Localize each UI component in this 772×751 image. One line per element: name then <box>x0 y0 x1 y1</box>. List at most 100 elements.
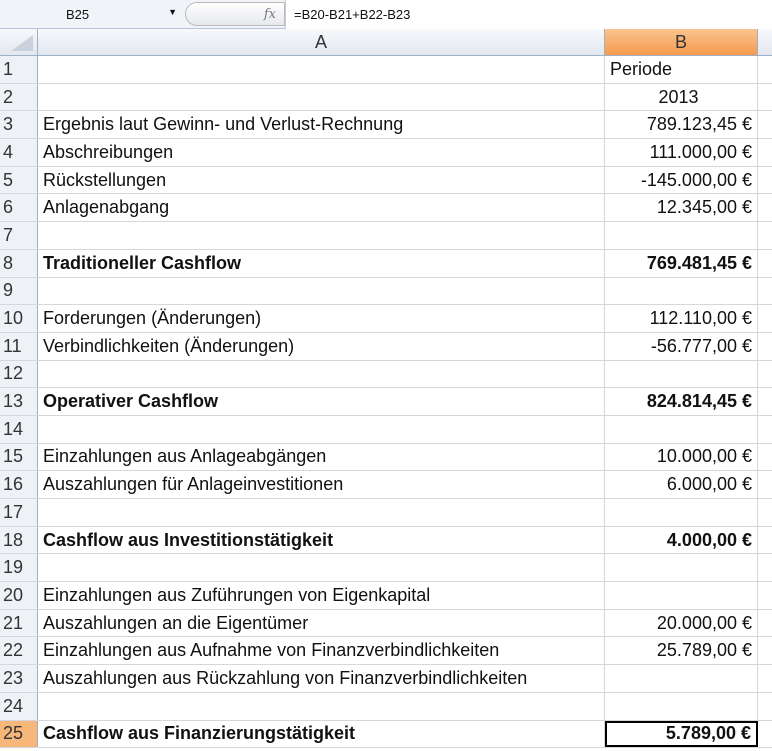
cell-b[interactable]: 10.000,00 € <box>605 443 758 471</box>
cell-b[interactable] <box>605 277 758 305</box>
row-header[interactable]: 21 <box>0 609 38 637</box>
cell-b[interactable]: 6.000,00 € <box>605 471 758 498</box>
row-header[interactable]: 17 <box>0 499 38 526</box>
cell-b[interactable] <box>605 554 758 582</box>
row-header[interactable]: 11 <box>0 332 38 360</box>
table-row: 24 <box>0 692 772 721</box>
cell-a[interactable] <box>38 277 605 305</box>
column-header-a[interactable]: A <box>38 29 605 55</box>
table-row: 1 Periode <box>0 56 772 84</box>
cell-a[interactable] <box>38 415 605 443</box>
row-header[interactable]: 13 <box>0 388 38 415</box>
table-row: 14 <box>0 415 772 444</box>
cell-b[interactable]: 769.481,45 € <box>605 249 758 277</box>
row-header[interactable]: 19 <box>0 554 38 582</box>
column-header-b[interactable]: B <box>605 29 758 55</box>
cell-b[interactable]: 20.000,00 € <box>605 609 758 637</box>
cell-a[interactable]: Forderungen (Änderungen) <box>38 305 605 332</box>
cell-a[interactable] <box>38 222 605 249</box>
row-header[interactable]: 7 <box>0 222 38 249</box>
cell-a[interactable] <box>38 499 605 526</box>
row-header[interactable]: 22 <box>0 637 38 665</box>
row-header[interactable]: 16 <box>0 471 38 498</box>
cell-b[interactable]: Periode <box>605 56 758 83</box>
cell-b[interactable]: 112.110,00 € <box>605 305 758 332</box>
cell-a[interactable]: Auszahlungen aus Rückzahlung von Finanzv… <box>38 665 605 692</box>
row-header[interactable]: 6 <box>0 194 38 222</box>
cell-a[interactable] <box>38 56 605 83</box>
row-header[interactable]: 9 <box>0 277 38 305</box>
table-row: 7 <box>0 222 772 250</box>
row-header[interactable]: 1 <box>0 56 38 83</box>
cell-a[interactable]: Einzahlungen aus Anlageabgängen <box>38 443 605 471</box>
cell-b[interactable]: 789.123,45 € <box>605 111 758 139</box>
table-row: 11 Verbindlichkeiten (Änderungen) -56.777,… <box>0 332 772 361</box>
row-header[interactable]: 15 <box>0 443 38 471</box>
cell-a[interactable] <box>38 83 605 111</box>
cell-b[interactable]: -56.777,00 € <box>605 332 758 360</box>
cell-b[interactable] <box>605 582 758 609</box>
formula-input[interactable]: =B20-B21+B22-B23 <box>285 0 772 29</box>
cell-a[interactable] <box>38 360 605 388</box>
cell-b[interactable] <box>605 499 758 526</box>
table-row: 20 Einzahlungen aus Zuführungen von Eigen… <box>0 582 772 610</box>
cell-a[interactable]: Auszahlungen für Anlageinvestitionen <box>38 471 605 498</box>
cell-b[interactable]: 111.000,00 € <box>605 139 758 166</box>
row-header[interactable]: 8 <box>0 249 38 277</box>
row-header[interactable]: 14 <box>0 415 38 443</box>
cell-b[interactable]: -145.000,00 € <box>605 166 758 194</box>
cell-a[interactable]: Verbindlichkeiten (Änderungen) <box>38 332 605 360</box>
cell-a[interactable]: Auszahlungen an die Eigentümer <box>38 609 605 637</box>
cell-b[interactable]: 4.000,00 € <box>605 526 758 554</box>
row-header[interactable]: 5 <box>0 166 38 194</box>
cell-b[interactable] <box>605 222 758 249</box>
row-header[interactable]: 10 <box>0 305 38 332</box>
cell-a[interactable]: Cashflow aus Investitionstätigkeit <box>38 526 605 554</box>
insert-function-button[interactable]: fx <box>185 2 285 26</box>
cell-b[interactable]: 824.814,45 € <box>605 388 758 415</box>
name-box[interactable]: B25 ▼ <box>0 3 185 25</box>
cell-b[interactable] <box>605 665 758 692</box>
cell-a[interactable]: Einzahlungen aus Aufnahme von Finanzverb… <box>38 637 605 665</box>
table-row: 17 <box>0 499 772 527</box>
cell-a[interactable]: Cashflow aus Finanzierungstätigkeit <box>38 720 605 748</box>
chevron-down-icon[interactable]: ▼ <box>168 7 177 17</box>
cell-a[interactable]: Rückstellungen <box>38 166 605 194</box>
cell-b[interactable]: 25.789,00 € <box>605 637 758 665</box>
table-row: 6 Anlagenabgang 12.345,00 € <box>0 194 772 223</box>
cell-a[interactable]: Einzahlungen aus Zuführungen von Eigenka… <box>38 582 605 609</box>
cell-a[interactable]: Operativer Cashflow <box>38 388 605 415</box>
cell-a[interactable]: Abschreibungen <box>38 139 605 166</box>
cell-b[interactable]: 2013 <box>605 83 758 111</box>
row-header[interactable]: 20 <box>0 582 38 609</box>
table-row: 3 Ergebnis laut Gewinn- und Verlust-Rechn… <box>0 111 772 140</box>
cell-b[interactable]: 12.345,00 € <box>605 194 758 222</box>
active-cell-b[interactable]: 5.789,00 € <box>605 720 758 748</box>
cell-a[interactable]: Ergebnis laut Gewinn- und Verlust-Rechnu… <box>38 111 605 139</box>
select-all-button[interactable] <box>0 29 38 55</box>
table-row: 13 Operativer Cashflow 824.814,45 € <box>0 388 772 416</box>
cell-a[interactable]: Traditioneller Cashflow <box>38 249 605 277</box>
table-row: 2 2013 <box>0 83 772 112</box>
table-row: 23 Auszahlungen aus Rückzahlung von Finan… <box>0 665 772 693</box>
table-row: 16 Auszahlungen für Anlageinvestitionen 6.… <box>0 471 772 499</box>
cell-b[interactable] <box>605 360 758 388</box>
row-header[interactable]: 12 <box>0 360 38 388</box>
cell-b[interactable] <box>605 692 758 720</box>
cell-a[interactable] <box>38 692 605 720</box>
table-row: 9 <box>0 277 772 306</box>
cell-b[interactable] <box>605 415 758 443</box>
cell-a[interactable]: Anlagenabgang <box>38 194 605 222</box>
row-header[interactable]: 25 <box>0 720 38 748</box>
row-header[interactable]: 2 <box>0 83 38 111</box>
table-row: 22 Einzahlungen aus Aufnahme von Finanzve… <box>0 637 772 666</box>
row-header[interactable]: 23 <box>0 665 38 692</box>
row-header[interactable]: 3 <box>0 111 38 139</box>
table-row: 21 Auszahlungen an die Eigentümer 20.000,0… <box>0 609 772 638</box>
formula-bar: B25 ▼ fx =B20-B21+B22-B23 <box>0 0 772 29</box>
cell-a[interactable] <box>38 554 605 582</box>
row-header[interactable]: 18 <box>0 526 38 554</box>
row-header[interactable]: 24 <box>0 692 38 720</box>
row-header[interactable]: 4 <box>0 139 38 166</box>
table-row: 10 Forderungen (Änderungen) 112.110,00 € <box>0 305 772 333</box>
